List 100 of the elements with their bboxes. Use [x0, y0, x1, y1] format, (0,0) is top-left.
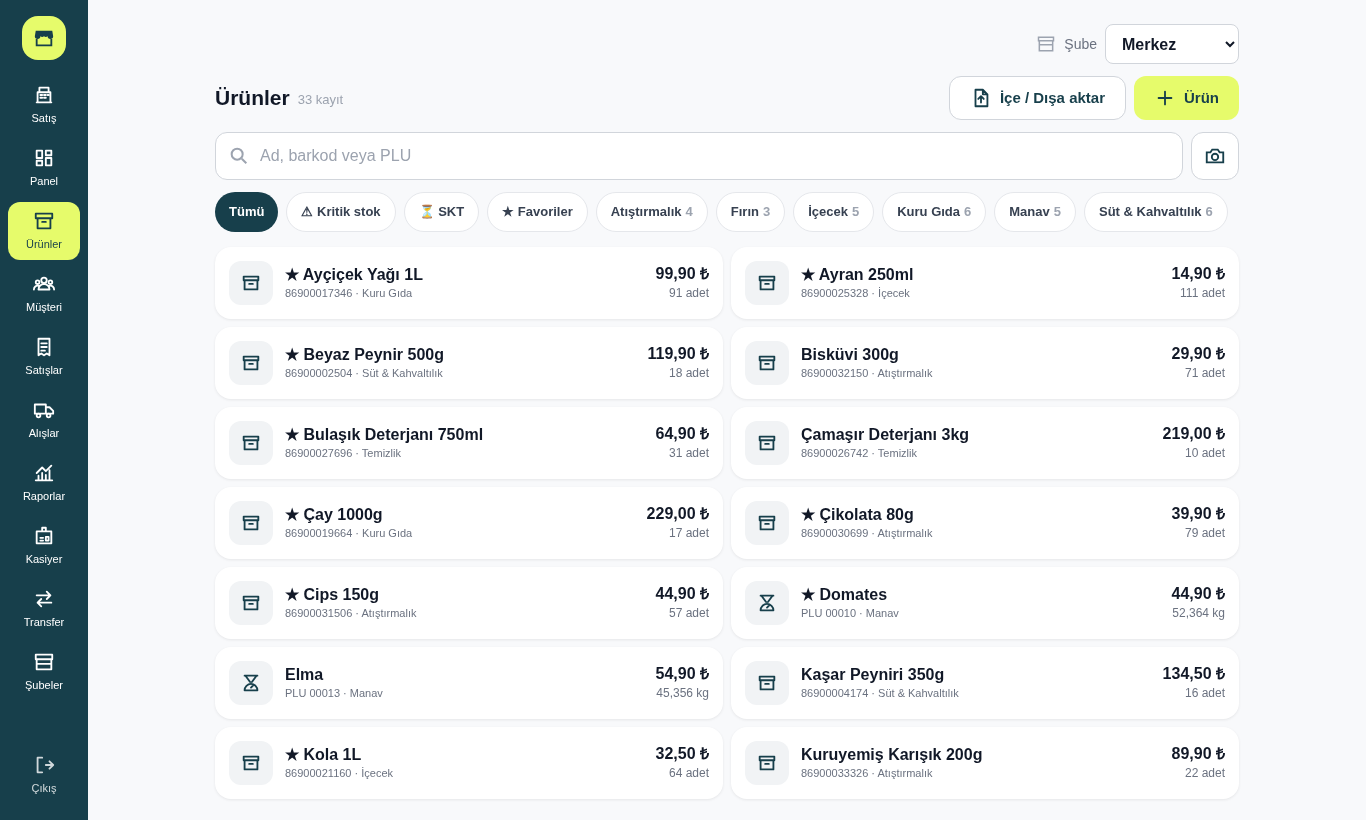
product-name: ★ Çikolata 80g [801, 504, 915, 525]
page-title: Ürünler [215, 85, 290, 112]
logout-button[interactable]: Çıkış [8, 745, 80, 804]
product-card[interactable]: Bisküvi 300g 86900032150 · Atıştırmalık 29,90 ₺ 71 adet [731, 327, 1239, 399]
product-card[interactable]: ★ Kola 1L 86900021160 · İçecek 32,50 ₺ 64 adet [215, 727, 723, 799]
product-name: ★ Çay 1000g [285, 504, 384, 525]
product-card[interactable]: ★ Ayran 250ml 86900025328 · İçecek 14,90 ₺ 111 adet [731, 247, 1239, 319]
product-name: Kaşar Peyniri 350g [801, 664, 946, 685]
camera-button[interactable] [1191, 132, 1239, 180]
stock-quantity: 16 adet [1184, 685, 1225, 702]
nav-item[interactable]: Şubeler [8, 643, 80, 701]
stock-quantity: 18 adet [668, 365, 709, 382]
filter-chip[interactable]: Manav 5 [994, 192, 1076, 232]
product-card[interactable]: Kuruyemiş Karışık 200g 86900033326 · Atıştırmalık 89,90 ₺ 22 adet [731, 727, 1239, 799]
product-details: 86900002504 · Süt & Kahvaltılık [285, 365, 444, 381]
nav-item[interactable]: Panel [8, 139, 80, 197]
search-field[interactable]: Ad, barkod veya PLU [215, 132, 1183, 180]
product-card[interactable]: Elma PLU 00013 · Manav 54,90 ₺ 45,356 kg [215, 647, 723, 719]
product-details: 86900004174 · Süt & Kahvaltılık [801, 685, 960, 701]
product-name: Elma [285, 664, 325, 685]
product-name: ★ Ayran 250ml [801, 264, 915, 285]
filter-chip[interactable]: İçecek 5 [793, 192, 875, 232]
nav-item[interactable]: Kasiyer [8, 517, 80, 575]
stock-quantity: 71 adet [1184, 365, 1225, 382]
store-logo-icon [22, 16, 66, 60]
nav-item[interactable]: Satış [8, 76, 80, 134]
nav-item[interactable]: Alışlar [8, 391, 80, 449]
record-count: 33 kayıt [297, 91, 344, 110]
product-name: ★ Beyaz Peynir 500g [285, 344, 445, 365]
product-price: 32,50 ₺ [655, 744, 709, 764]
store-icon [1036, 34, 1057, 54]
search-icon [228, 145, 250, 167]
filter-chip[interactable]: ⚠ Kritik stok [286, 192, 396, 232]
branch-select[interactable]: Merkez [1105, 24, 1239, 64]
product-name: Bisküvi 300g [801, 344, 900, 365]
product-name: Kuruyemiş Karışık 200g [801, 744, 984, 765]
import-export-button[interactable]: İçe / Dışa aktar [948, 76, 1126, 120]
add-product-button[interactable]: Ürün [1134, 76, 1239, 120]
stock-quantity: 64 adet [668, 765, 709, 782]
product-card[interactable]: Kaşar Peyniri 350g 86900004174 · Süt & Kahvaltılık 134,50 ₺ 16 adet [731, 647, 1239, 719]
filter-chip[interactable]: Fırın 3 [715, 192, 786, 232]
filter-chip[interactable]: ★ Favoriler [487, 192, 588, 232]
product-card[interactable]: ★ Çay 1000g 86900019664 · Kuru Gıda 229,00 ₺ 17 adet [215, 487, 723, 559]
stock-quantity: 91 adet [668, 285, 709, 302]
product-card[interactable]: ★ Ayçiçek Yağı 1L 86900017346 · Kuru Gıda 99,90 ₺ 91 adet [215, 247, 723, 319]
nav-item[interactable]: Müşteri [8, 265, 80, 323]
stock-quantity: 45,356 kg [656, 685, 709, 702]
product-details: 86900025328 · İçecek [801, 285, 911, 301]
filter-chip[interactable]: Tümü [215, 192, 279, 232]
stock-quantity: 31 adet [668, 445, 709, 462]
product-price: 44,90 ₺ [655, 584, 709, 604]
stock-quantity: 52,364 kg [1172, 605, 1225, 622]
product-price: 39,90 ₺ [1171, 504, 1225, 524]
product-details: 86900027696 · Temizlik [285, 445, 402, 461]
stock-quantity: 22 adet [1184, 765, 1225, 782]
filter-chip[interactable]: Atıştırmalık 4 [595, 192, 708, 232]
product-details: 86900030699 · Atıştırmalık [801, 525, 934, 541]
product-details: 86900031506 · Atıştırmalık [285, 605, 418, 621]
filter-chip[interactable]: Süt & Kahvaltılık 6 [1083, 192, 1228, 232]
product-card[interactable]: Çamaşır Deterjanı 3kg 86900026742 · Temizlik 219,00 ₺ 10 adet [731, 407, 1239, 479]
product-price: 89,90 ₺ [1171, 744, 1225, 764]
product-name: ★ Kola 1L [285, 744, 363, 765]
filter-chip[interactable]: ⏳ SKT [403, 192, 480, 232]
product-price: 99,90 ₺ [655, 264, 709, 284]
product-name: ★ Ayçiçek Yağı 1L [285, 264, 424, 285]
product-price: 44,90 ₺ [1171, 584, 1225, 604]
product-details: PLU 00010 · Manav [801, 605, 900, 621]
product-name: ★ Cips 150g [285, 584, 381, 605]
product-price: 119,90 ₺ [647, 344, 709, 364]
filter-chip[interactable]: Kuru Gıda 6 [882, 192, 987, 232]
nav-item[interactable]: Raporlar [8, 454, 80, 512]
product-card[interactable]: ★ Beyaz Peynir 500g 86900002504 · Süt & Kahvaltılık 119,90 ₺ 18 adet [215, 327, 723, 399]
nav-item[interactable]: Ürünler [8, 202, 80, 260]
stock-quantity: 10 adet [1184, 445, 1225, 462]
stock-quantity: 79 adet [1184, 525, 1225, 542]
product-card[interactable]: ★ Bulaşık Deterjanı 750ml 86900027696 · Temizlik 64,90 ₺ 31 adet [215, 407, 723, 479]
product-price: 14,90 ₺ [1171, 264, 1225, 284]
nav-item[interactable]: Transfer [8, 580, 80, 638]
product-details: 86900032150 · Atıştırmalık [801, 365, 934, 381]
product-details: 86900019664 · Kuru Gıda [285, 525, 414, 541]
product-card[interactable]: ★ Cips 150g 86900031506 · Atıştırmalık 44,90 ₺ 57 adet [215, 567, 723, 639]
product-details: 86900026742 · Temizlik [801, 445, 918, 461]
product-details: 86900017346 · Kuru Gıda [285, 285, 414, 301]
product-details: 86900033326 · Atıştırmalık [801, 765, 934, 781]
product-card[interactable]: ★ Domates PLU 00010 · Manav 44,90 ₺ 52,364 kg [731, 567, 1239, 639]
branch-label: Şube [1064, 34, 1097, 54]
product-price: 229,00 ₺ [646, 504, 709, 524]
stock-quantity: 17 adet [668, 525, 709, 542]
product-details: 86900021160 · İçecek [285, 765, 395, 781]
product-card[interactable]: ★ Çikolata 80g 86900030699 · Atıştırmalık 39,90 ₺ 79 adet [731, 487, 1239, 559]
product-name: ★ Domates [801, 584, 889, 605]
stock-quantity: 111 adet [1180, 285, 1225, 302]
stock-quantity: 57 adet [668, 605, 709, 622]
product-price: 29,90 ₺ [1171, 344, 1225, 364]
product-price: 54,90 ₺ [655, 664, 709, 684]
product-name: ★ Bulaşık Deterjanı 750ml [285, 424, 485, 445]
product-price: 219,00 ₺ [1162, 424, 1225, 444]
product-price: 134,50 ₺ [1162, 664, 1225, 684]
nav-item[interactable]: Satışlar [8, 328, 80, 386]
id-badge-icon [33, 524, 55, 547]
